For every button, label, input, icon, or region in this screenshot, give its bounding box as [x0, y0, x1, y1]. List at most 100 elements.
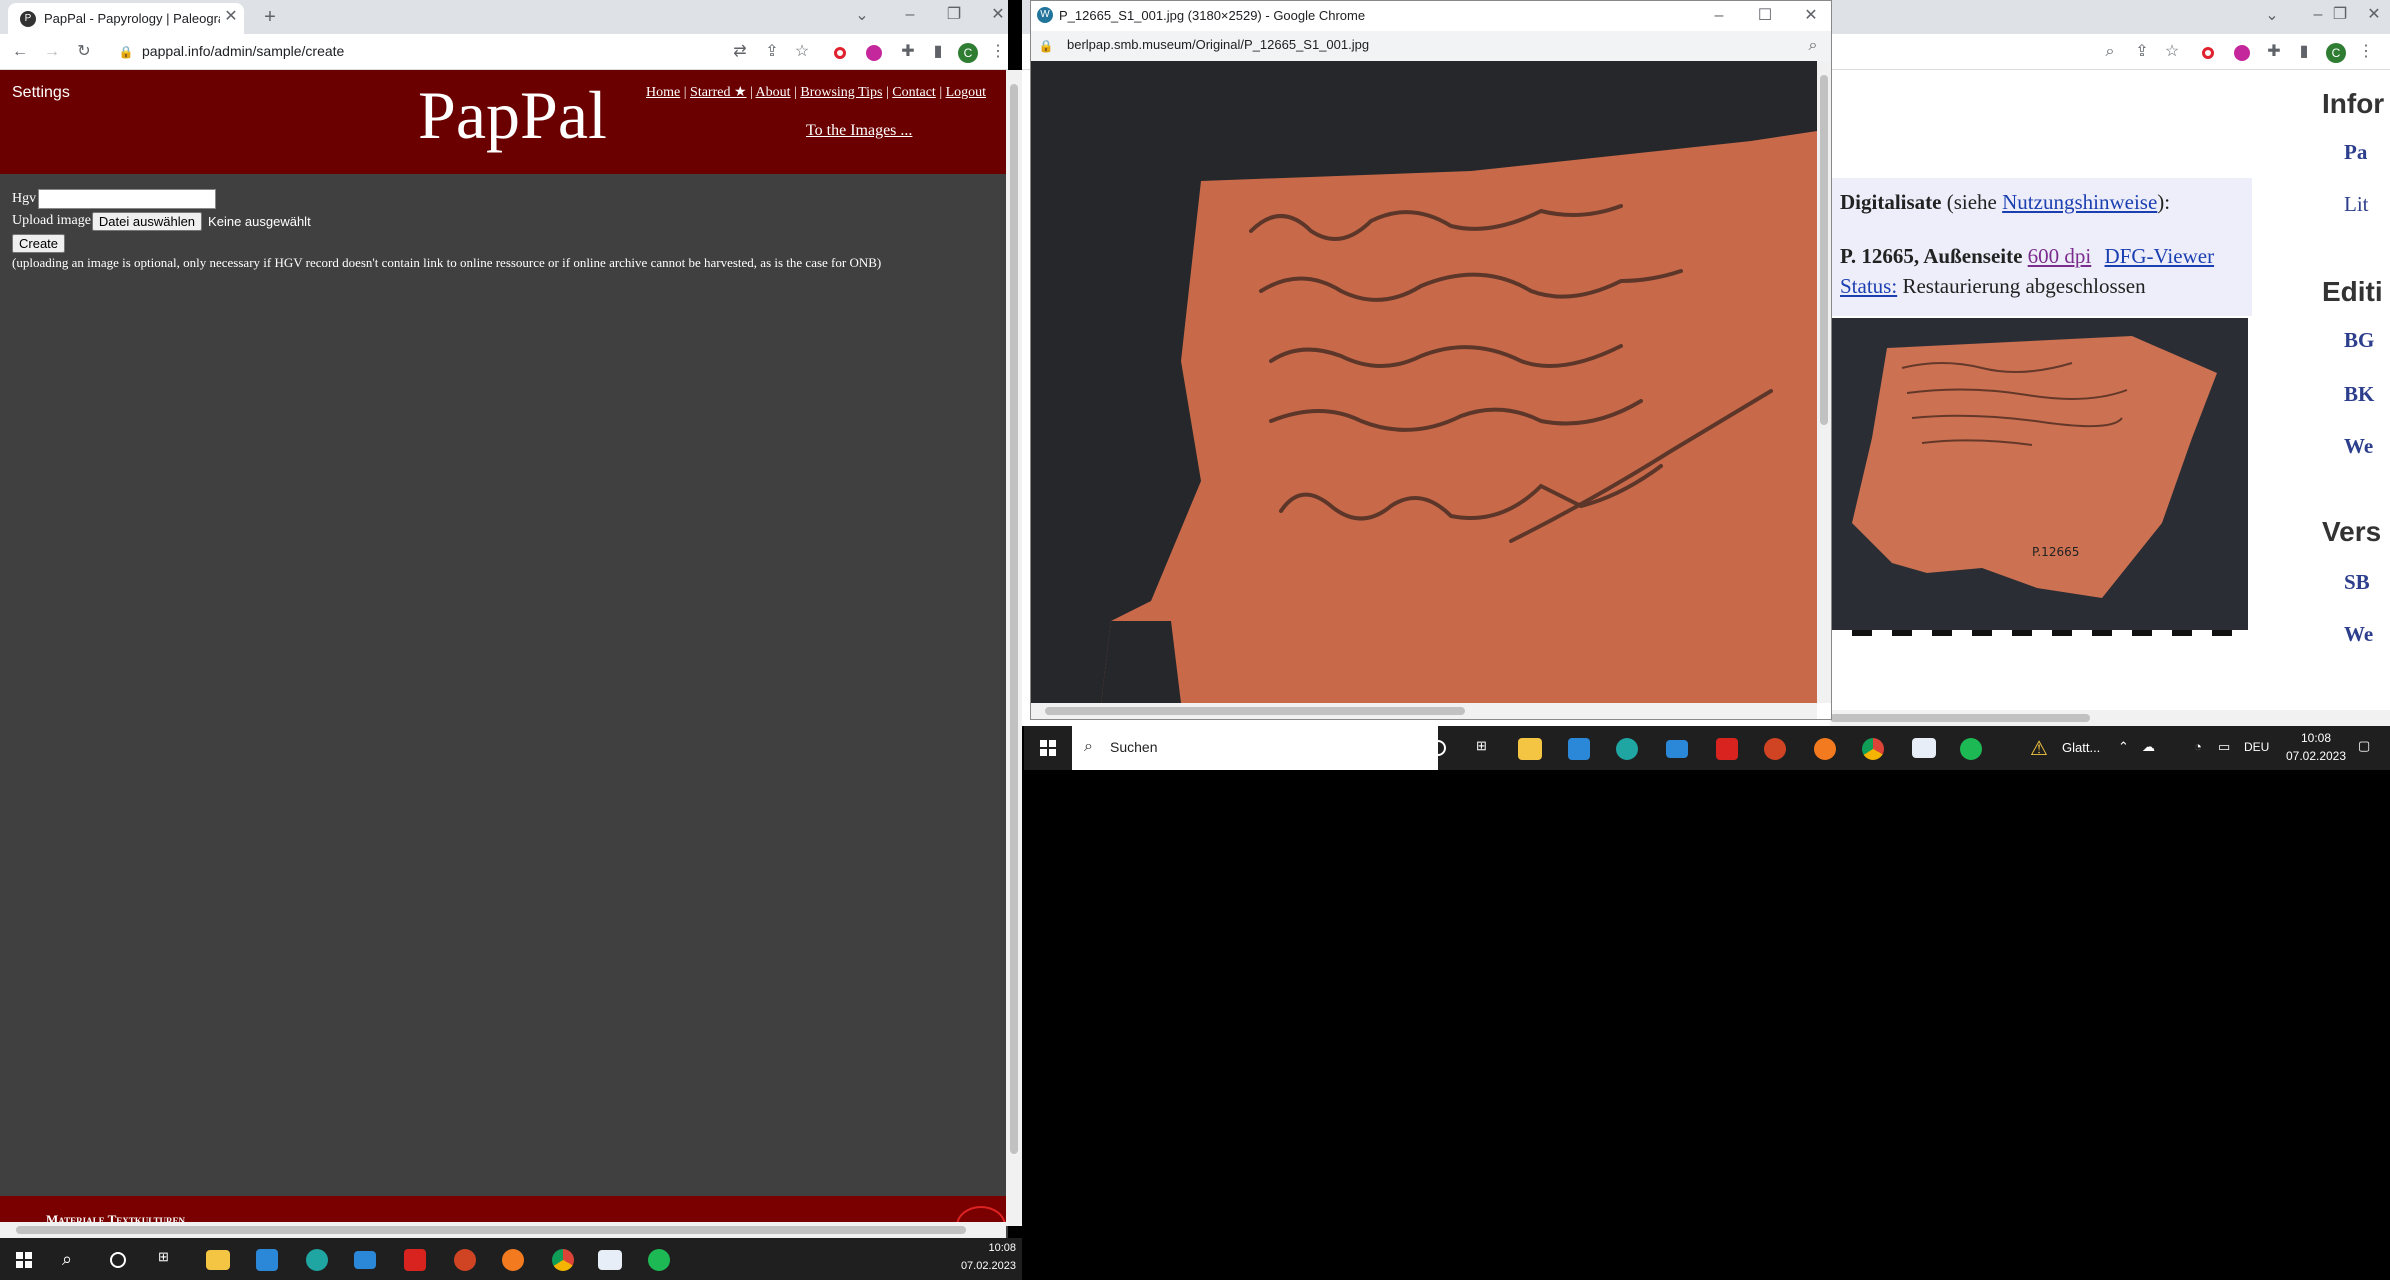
powerpoint-icon[interactable]: [454, 1249, 476, 1271]
hgv-input[interactable]: [38, 189, 217, 209]
maximize-icon[interactable]: ☐: [1753, 4, 1777, 28]
start-windows-icon[interactable]: [1040, 740, 1056, 756]
menu-icon[interactable]: ⋮: [2358, 40, 2374, 64]
clock-date[interactable]: 07.02.2023: [946, 1260, 1016, 1272]
choose-file-button[interactable]: Datei auswählen: [91, 211, 203, 231]
sidepanel-icon[interactable]: ▮: [2292, 40, 2316, 64]
dpi-link[interactable]: 600 dpi: [2028, 244, 2092, 268]
close-window-icon[interactable]: ✕: [1799, 4, 1823, 28]
horizontal-scrollbar[interactable]: [0, 1222, 1006, 1238]
scroll-thumb[interactable]: [1830, 714, 2090, 722]
nav-about[interactable]: About: [756, 85, 791, 100]
settings-link[interactable]: Settings: [12, 84, 70, 102]
back-icon[interactable]: ←: [8, 40, 32, 64]
scroll-thumb-v[interactable]: [1010, 84, 1018, 1154]
translate-icon[interactable]: ⇄: [728, 40, 752, 64]
reload-icon[interactable]: ↻: [72, 40, 96, 64]
app-window-icon[interactable]: [1912, 738, 1936, 758]
active-tab[interactable]: P PapPal - Papyrology | Paleograph ✕: [8, 3, 244, 34]
sidebar-link-pa[interactable]: Pa: [2344, 140, 2367, 165]
minimize-icon[interactable]: –: [898, 3, 922, 27]
nutzungshinweise-link[interactable]: Nutzungshinweise: [2002, 190, 2157, 214]
close-window-icon[interactable]: ✕: [2362, 3, 2386, 27]
weather-text[interactable]: Glatt...: [2062, 740, 2100, 755]
ostracon-image-view[interactable]: [1031, 61, 1817, 703]
sidebar-link-we[interactable]: We: [2344, 434, 2373, 459]
scroll-thumb[interactable]: [1045, 707, 1465, 715]
extension-red-icon[interactable]: [2202, 47, 2214, 59]
extension-red-icon[interactable]: [834, 47, 846, 59]
status-link[interactable]: Status:: [1840, 274, 1897, 298]
share-icon[interactable]: ⇪: [2130, 40, 2154, 64]
powerpoint-icon[interactable]: [1764, 738, 1786, 760]
scroll-thumb[interactable]: [16, 1226, 966, 1234]
vertical-scrollbar[interactable]: [1006, 70, 1022, 1226]
right-h-scrollbar[interactable]: [1830, 710, 2390, 726]
clock-time[interactable]: 10:08: [2292, 731, 2340, 745]
bookmark-star-icon[interactable]: ☆: [790, 40, 814, 64]
store-icon[interactable]: [256, 1249, 278, 1271]
zoom-icon[interactable]: ⌕: [1803, 34, 1823, 58]
sidebar-link-bk[interactable]: BK: [2344, 382, 2374, 407]
search-icon[interactable]: ⌕: [62, 1249, 72, 1270]
profile-avatar[interactable]: C: [958, 43, 978, 63]
app-window-icon[interactable]: [598, 1250, 622, 1270]
close-tab-icon[interactable]: ✕: [222, 7, 240, 27]
share-icon[interactable]: ⇪: [760, 40, 784, 64]
tray-battery-icon[interactable]: ▭: [2218, 739, 2230, 755]
restore-icon[interactable]: ❐: [2328, 3, 2352, 27]
menu-icon[interactable]: ⋮: [990, 40, 1006, 64]
sidebar-link-bg[interactable]: BG: [2344, 328, 2374, 353]
new-tab-icon[interactable]: +: [258, 5, 282, 29]
extensions-puzzle-icon[interactable]: ✚: [896, 40, 920, 64]
task-view-icon[interactable]: ⊞: [1476, 738, 1487, 754]
nav-browsing-tips[interactable]: Browsing Tips: [800, 85, 882, 100]
clock-date[interactable]: 07.02.2023: [2282, 749, 2350, 763]
nav-starred[interactable]: Starred ★: [690, 85, 746, 100]
store-icon[interactable]: [1568, 738, 1590, 760]
close-window-icon[interactable]: ✕: [988, 3, 1008, 27]
minimize-icon[interactable]: –: [1707, 4, 1731, 28]
mail-icon[interactable]: [1666, 740, 1688, 758]
popup-v-scrollbar[interactable]: [1817, 61, 1831, 703]
clock-time[interactable]: 10:08: [956, 1242, 1016, 1254]
tray-chevron-icon[interactable]: ⌃: [2118, 739, 2129, 755]
acrobat-icon[interactable]: [404, 1249, 426, 1271]
address-bar[interactable]: pappal.info/admin/sample/create: [142, 43, 344, 59]
restore-icon[interactable]: ❐: [942, 3, 966, 27]
to-images-link[interactable]: To the Images ...: [806, 122, 912, 140]
file-explorer-icon[interactable]: [1518, 738, 1542, 760]
firefox-icon[interactable]: [502, 1249, 524, 1271]
notifications-icon[interactable]: ▢: [2358, 738, 2370, 754]
chrome-icon[interactable]: [1862, 738, 1884, 760]
sidebar-link-sb[interactable]: SB: [2344, 570, 2370, 595]
mail-icon[interactable]: [354, 1251, 376, 1269]
create-button[interactable]: Create: [12, 233, 66, 253]
start-windows-icon[interactable]: [16, 1252, 32, 1268]
extension-purple-icon[interactable]: [2234, 45, 2250, 61]
extension-purple-icon[interactable]: [866, 45, 882, 61]
acrobat-icon[interactable]: [1716, 738, 1738, 760]
ostracon-thumbnail[interactable]: P.12665: [1832, 318, 2248, 636]
sidepanel-icon[interactable]: ▮: [926, 40, 950, 64]
popup-url[interactable]: berlpap.smb.museum/Original/P_12665_S1_0…: [1067, 37, 1369, 52]
language-indicator[interactable]: DEU: [2244, 740, 2269, 754]
nav-logout[interactable]: Logout: [946, 85, 986, 100]
forward-icon[interactable]: →: [40, 40, 64, 64]
tab-search-icon[interactable]: ⌄: [2260, 4, 2284, 28]
zoom-icon[interactable]: ⌕: [2098, 40, 2122, 64]
cortana-icon[interactable]: [1430, 740, 1446, 756]
nav-contact[interactable]: Contact: [892, 85, 936, 100]
scroll-thumb-v[interactable]: [1820, 75, 1828, 425]
spotify-icon[interactable]: [648, 1249, 670, 1271]
edge-icon[interactable]: [1616, 738, 1638, 760]
popup-h-scrollbar[interactable]: [1031, 703, 1817, 719]
task-view-icon[interactable]: ⊞: [158, 1249, 169, 1265]
profile-avatar[interactable]: C: [2326, 43, 2346, 63]
sidebar-link-lit[interactable]: Lit: [2344, 192, 2369, 217]
extensions-puzzle-icon[interactable]: ✚: [2262, 40, 2286, 64]
file-explorer-icon[interactable]: [206, 1250, 230, 1270]
taskbar-search-box[interactable]: ⌕ Suchen: [1072, 726, 1438, 770]
tab-search-icon[interactable]: ⌄: [850, 4, 874, 28]
warning-icon[interactable]: ⚠: [2030, 736, 2048, 761]
